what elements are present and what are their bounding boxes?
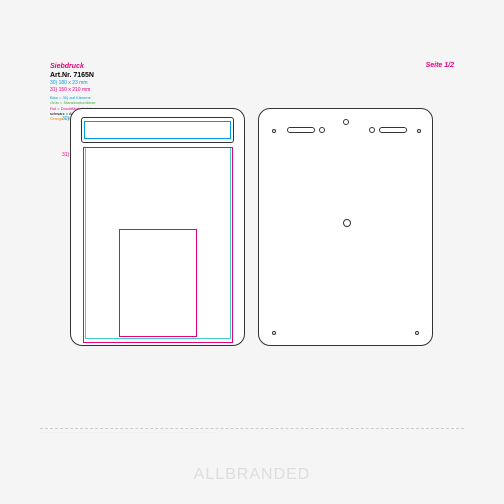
- clip-hole-mr: [369, 127, 375, 133]
- dim30-marker: 30): [62, 116, 69, 122]
- corner-hole-bl: [272, 331, 276, 335]
- center-hole: [343, 219, 351, 227]
- hanger-hole-top: [343, 119, 349, 125]
- footer-ruler: · · · · · · · · · · · · · · · · · · · · …: [40, 428, 464, 434]
- method-title: Siebdruck: [50, 62, 100, 71]
- corner-hole-br: [415, 331, 419, 335]
- corner-hole-tl: [272, 129, 276, 133]
- corner-hole-tr: [417, 129, 421, 133]
- clip-slot-right: [379, 127, 407, 133]
- legend-green: Grün = Stanzkontur/diese: [50, 100, 100, 105]
- article-number: Art.Nr. 7165N: [50, 71, 100, 80]
- clipboard-front: [70, 108, 245, 346]
- print-area-31: [119, 229, 197, 337]
- clip-hole-ml: [319, 127, 325, 133]
- clip-slot-left: [287, 127, 315, 133]
- dim31-marker: 31): [62, 152, 69, 158]
- clipboard-back: [258, 108, 433, 346]
- page-indicator: Seite 1/2: [426, 62, 454, 69]
- dimension-31: 31) 150 x 210 mm: [50, 87, 100, 94]
- print-area-30: [84, 121, 231, 139]
- watermark: ALLBRANDED: [0, 466, 504, 484]
